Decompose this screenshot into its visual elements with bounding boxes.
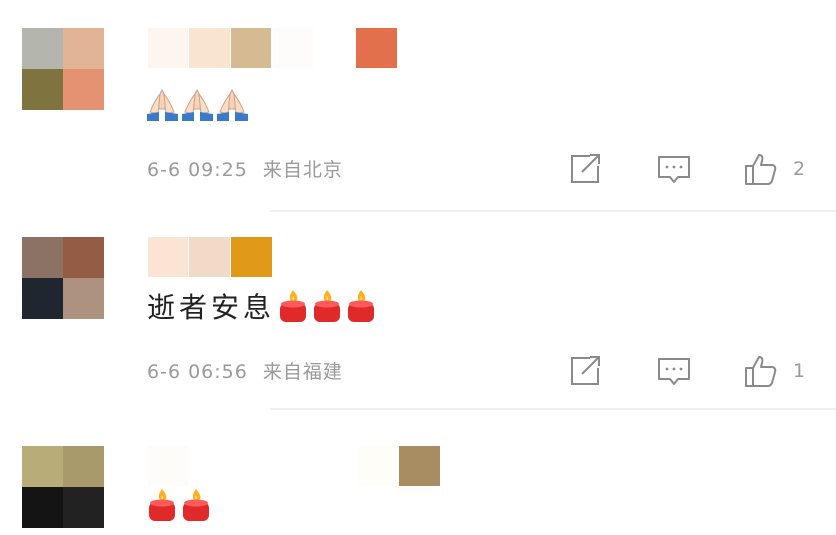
emoji-row [277,289,377,330]
comment-icon [658,156,690,183]
folded-hands-icon [146,86,179,126]
avatar[interactable] [22,446,104,528]
comment-meta: 6-6 06:56 来自福建 [147,357,343,384]
folded-hands-icon [181,86,214,126]
share-icon [571,154,600,183]
reply-button[interactable] [656,353,692,389]
share-button[interactable] [568,353,604,389]
candle-icon [345,289,377,330]
share-icon [571,356,600,385]
comment-location: 来自北京 [262,159,343,181]
comment-date: 6-6 [147,361,182,383]
comment-actions: 1 [568,353,836,393]
candle-icon [277,289,309,330]
comment-feed: 6-6 09:25 来自北京 2 逝者安息 6-6 06:56 来自福建 1 [0,0,836,535]
candle-icon [180,488,212,526]
candle-icon [146,488,178,526]
comment-item [0,410,836,535]
reply-button[interactable] [656,151,692,187]
comment-item: 6-6 09:25 来自北京 2 [0,0,836,212]
avatar[interactable] [22,28,104,110]
share-button[interactable] [568,151,604,187]
username[interactable] [148,237,278,277]
candle-icon [311,289,343,330]
comment-meta: 6-6 09:25 来自北京 [147,155,343,182]
comment-item: 逝者安息 6-6 06:56 来自福建 1 [0,212,836,410]
comment-date: 6-6 [147,159,182,181]
comment-actions: 2 [568,151,836,191]
thumbs-up-icon [745,154,777,185]
comment-text: 逝者安息 [147,286,377,330]
thumbs-up-icon [745,356,777,387]
comment-location: 来自福建 [262,361,343,383]
username[interactable] [148,28,398,68]
comment-text-body: 逝者安息 [147,291,276,324]
comment-time: 06:56 [188,361,248,383]
like-button[interactable]: 1 [743,353,805,389]
comment-time: 09:25 [188,159,248,181]
comment-icon [658,358,690,385]
like-count: 1 [793,360,806,382]
avatar[interactable] [22,237,104,319]
like-count: 2 [793,158,806,180]
emoji-row [146,86,249,126]
folded-hands-icon [216,86,249,126]
like-button[interactable]: 2 [743,151,805,187]
username[interactable] [148,446,443,486]
emoji-row [146,488,212,526]
